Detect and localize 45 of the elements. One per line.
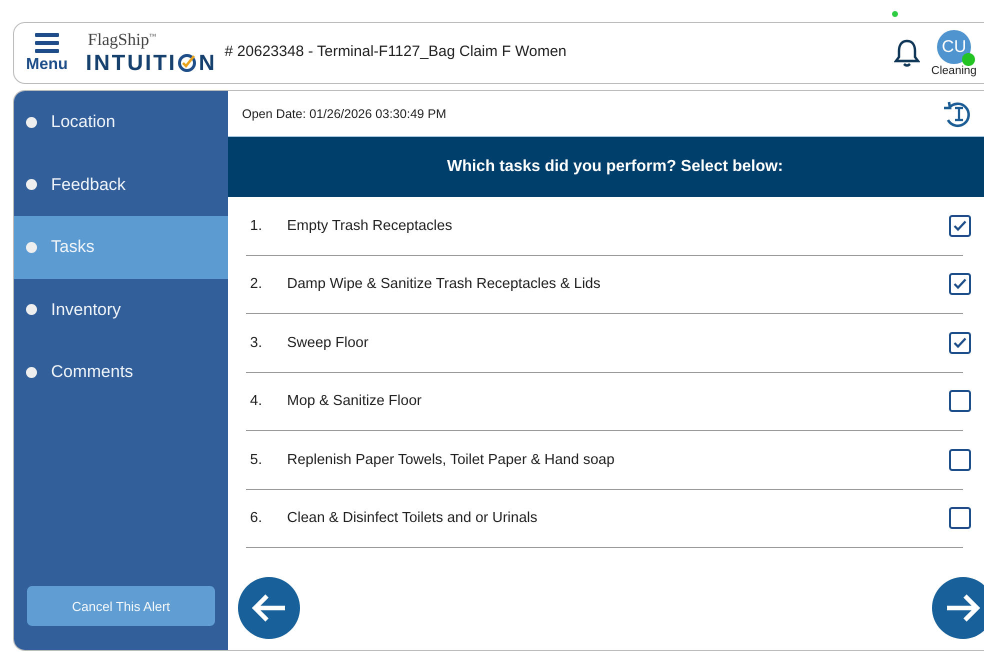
task-label: Sweep Floor (287, 334, 370, 351)
check-circle-icon (176, 53, 197, 73)
checkmark-icon (953, 220, 967, 232)
sidebar-item[interactable]: Feedback (14, 154, 228, 216)
task-label: Mop & Sanitize Floor (287, 393, 423, 410)
status-dot (892, 11, 898, 17)
checkbox[interactable] (949, 448, 971, 471)
sidebar-item[interactable]: Location (14, 91, 228, 154)
task-number: 3. (250, 334, 264, 351)
checkmark-icon (953, 278, 967, 290)
bullet-icon (26, 304, 37, 316)
menu-button[interactable]: Menu (26, 32, 68, 74)
checkbox[interactable] (949, 273, 971, 296)
checkbox[interactable] (949, 507, 971, 530)
checkbox[interactable] (949, 390, 971, 412)
alert-title: # 20623348 - Terminal-F1127_Bag Claim F Women (224, 42, 567, 60)
arrow-right-icon (945, 593, 981, 623)
sidebar-item[interactable]: Comments (14, 341, 228, 404)
task-number: 6. (250, 510, 264, 526)
task-number: 2. (250, 276, 264, 292)
checkmark-icon (953, 336, 967, 349)
user-role: Cleaning (931, 64, 977, 76)
bullet-icon (26, 116, 37, 128)
task-number: 5. (250, 452, 264, 468)
arrow-left-icon (251, 593, 287, 623)
brand-subtitle: FlagShip$^{™}$ (88, 30, 158, 50)
bell-icon[interactable] (894, 38, 920, 68)
task-label: Damp Wipe & Sanitize Trash Receptacles & Lids (287, 276, 602, 292)
menu-icon (34, 32, 59, 54)
bullet-icon (26, 242, 37, 253)
checkbox[interactable] (949, 332, 971, 354)
bullet-icon (26, 179, 37, 190)
task-label: Clean & Disinfect Toilets and or Urinals (287, 510, 538, 526)
checkbox[interactable] (949, 214, 971, 237)
question-text: Which tasks did you perform? Select below: (446, 158, 784, 176)
task-label: Replenish Paper Towels, Toilet Paper & Hand soap (287, 452, 616, 468)
sidebar-item[interactable]: Inventory (14, 278, 228, 341)
open-date: Open Date: 01/26/2026 03:30:49 PM (242, 106, 446, 120)
bullet-icon (26, 366, 37, 378)
task-label: Empty Trash Receptacles (287, 218, 454, 234)
brand-name: INTUITI (86, 50, 177, 76)
brand-name: N (198, 50, 217, 76)
task-number: 1. (250, 218, 264, 234)
task-number: 4. (250, 393, 264, 410)
next-button[interactable] (932, 577, 984, 639)
